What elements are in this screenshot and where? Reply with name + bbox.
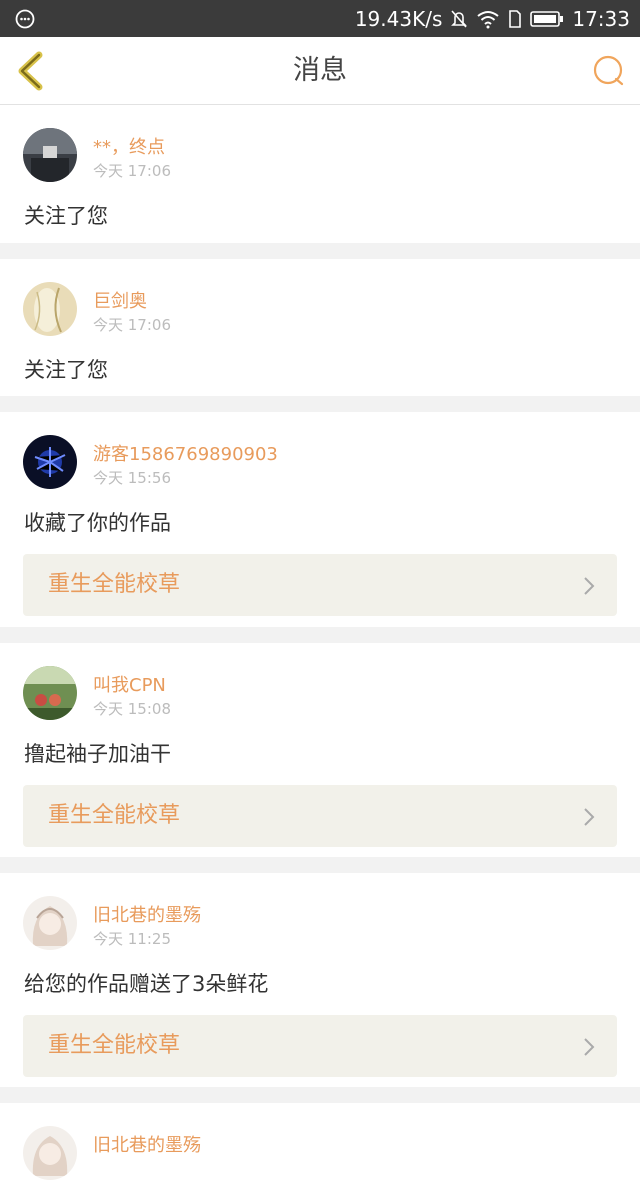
- message-time: 今天 17:06: [93, 316, 171, 334]
- message-item: **，终点 今天 17:06 关注了您: [0, 105, 640, 243]
- message-time: 今天 17:06: [93, 162, 171, 180]
- chevron-right-icon: [584, 808, 595, 826]
- user-name[interactable]: 游客1586769890903: [93, 440, 278, 466]
- status-bar: 19.43K/s 17:33: [0, 0, 640, 37]
- battery-icon: [530, 10, 564, 27]
- message-list: **，终点 今天 17:06 关注了您 巨剑奥 今天 17:06 关注了您 游客…: [0, 105, 640, 1183]
- user-name[interactable]: 叫我CPN: [93, 671, 166, 697]
- user-avatar[interactable]: [23, 282, 77, 336]
- top-navigation-bar: 消息: [0, 37, 640, 105]
- message-text: 关注了您: [24, 204, 108, 228]
- mute-icon: [451, 9, 468, 28]
- message-item: 叫我CPN 今天 15:08 撸起袖子加油干 重生全能校草: [0, 643, 640, 857]
- notification-dots-icon: [15, 9, 35, 29]
- sim-card-icon: [509, 9, 522, 28]
- search-icon[interactable]: [592, 54, 626, 88]
- message-text: 收藏了你的作品: [24, 511, 171, 535]
- wifi-icon: [477, 10, 499, 28]
- user-avatar[interactable]: [23, 896, 77, 950]
- user-avatar[interactable]: [23, 435, 77, 489]
- message-text: 撸起袖子加油干: [24, 742, 171, 766]
- message-time: 今天 15:08: [93, 700, 171, 718]
- work-link[interactable]: 重生全能校草: [23, 785, 617, 847]
- message-time: 今天 15:56: [93, 469, 171, 487]
- message-item: 旧北巷的墨殇: [0, 1103, 640, 1183]
- user-name[interactable]: 巨剑奥: [93, 287, 147, 313]
- user-avatar[interactable]: [23, 1126, 77, 1180]
- message-item: 游客1586769890903 今天 15:56 收藏了你的作品 重生全能校草: [0, 412, 640, 627]
- work-title: 重生全能校草: [48, 572, 181, 597]
- user-name[interactable]: **，终点: [93, 133, 165, 159]
- work-link[interactable]: 重生全能校草: [23, 1015, 617, 1077]
- chevron-right-icon: [584, 577, 595, 595]
- message-item: 旧北巷的墨殇 今天 11:25 给您的作品赠送了3朵鲜花 重生全能校草: [0, 873, 640, 1087]
- chevron-right-icon: [584, 1038, 595, 1056]
- work-title: 重生全能校草: [48, 803, 181, 828]
- user-name[interactable]: 旧北巷的墨殇: [93, 1131, 201, 1157]
- message-item: 巨剑奥 今天 17:06 关注了您: [0, 259, 640, 396]
- message-text: 给您的作品赠送了3朵鲜花: [24, 972, 269, 996]
- user-name[interactable]: 旧北巷的墨殇: [93, 901, 201, 927]
- page-title: 消息: [293, 55, 347, 86]
- clock: 17:33: [572, 6, 630, 31]
- message-text: 关注了您: [24, 358, 108, 382]
- network-speed: 19.43K/s: [354, 6, 443, 31]
- work-link[interactable]: 重生全能校草: [23, 554, 617, 616]
- user-avatar[interactable]: [23, 128, 77, 182]
- work-title: 重生全能校草: [48, 1033, 181, 1058]
- user-avatar[interactable]: [23, 666, 77, 720]
- message-time: 今天 11:25: [93, 930, 171, 948]
